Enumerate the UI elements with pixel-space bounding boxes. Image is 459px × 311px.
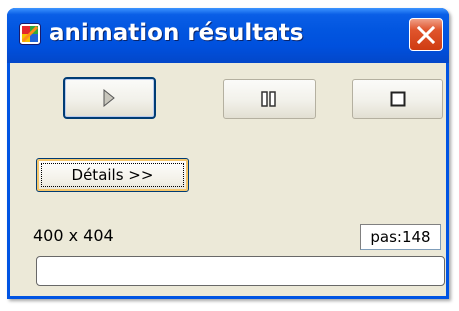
pause-button[interactable] xyxy=(223,79,316,119)
play-icon xyxy=(103,89,115,107)
animation-window: animation résultats Détails >> 400 x 404… xyxy=(7,8,449,299)
play-button[interactable] xyxy=(63,77,156,119)
close-icon xyxy=(417,26,435,44)
details-button-label: Détails >> xyxy=(41,163,184,187)
title-bar[interactable]: animation résultats xyxy=(7,8,449,63)
stop-button[interactable] xyxy=(352,79,443,119)
details-button[interactable]: Détails >> xyxy=(36,158,189,192)
colorful-app-icon[interactable] xyxy=(19,23,41,45)
close-button[interactable] xyxy=(409,18,443,51)
stop-icon xyxy=(390,91,406,107)
progress-bar xyxy=(36,256,445,286)
pause-icon xyxy=(261,91,276,107)
step-counter: pas:148 xyxy=(360,224,441,250)
window-title: animation résultats xyxy=(49,20,304,46)
window-client-area: Détails >> 400 x 404 pas:148 xyxy=(10,63,446,296)
frame-dimensions: 400 x 404 xyxy=(33,226,114,245)
